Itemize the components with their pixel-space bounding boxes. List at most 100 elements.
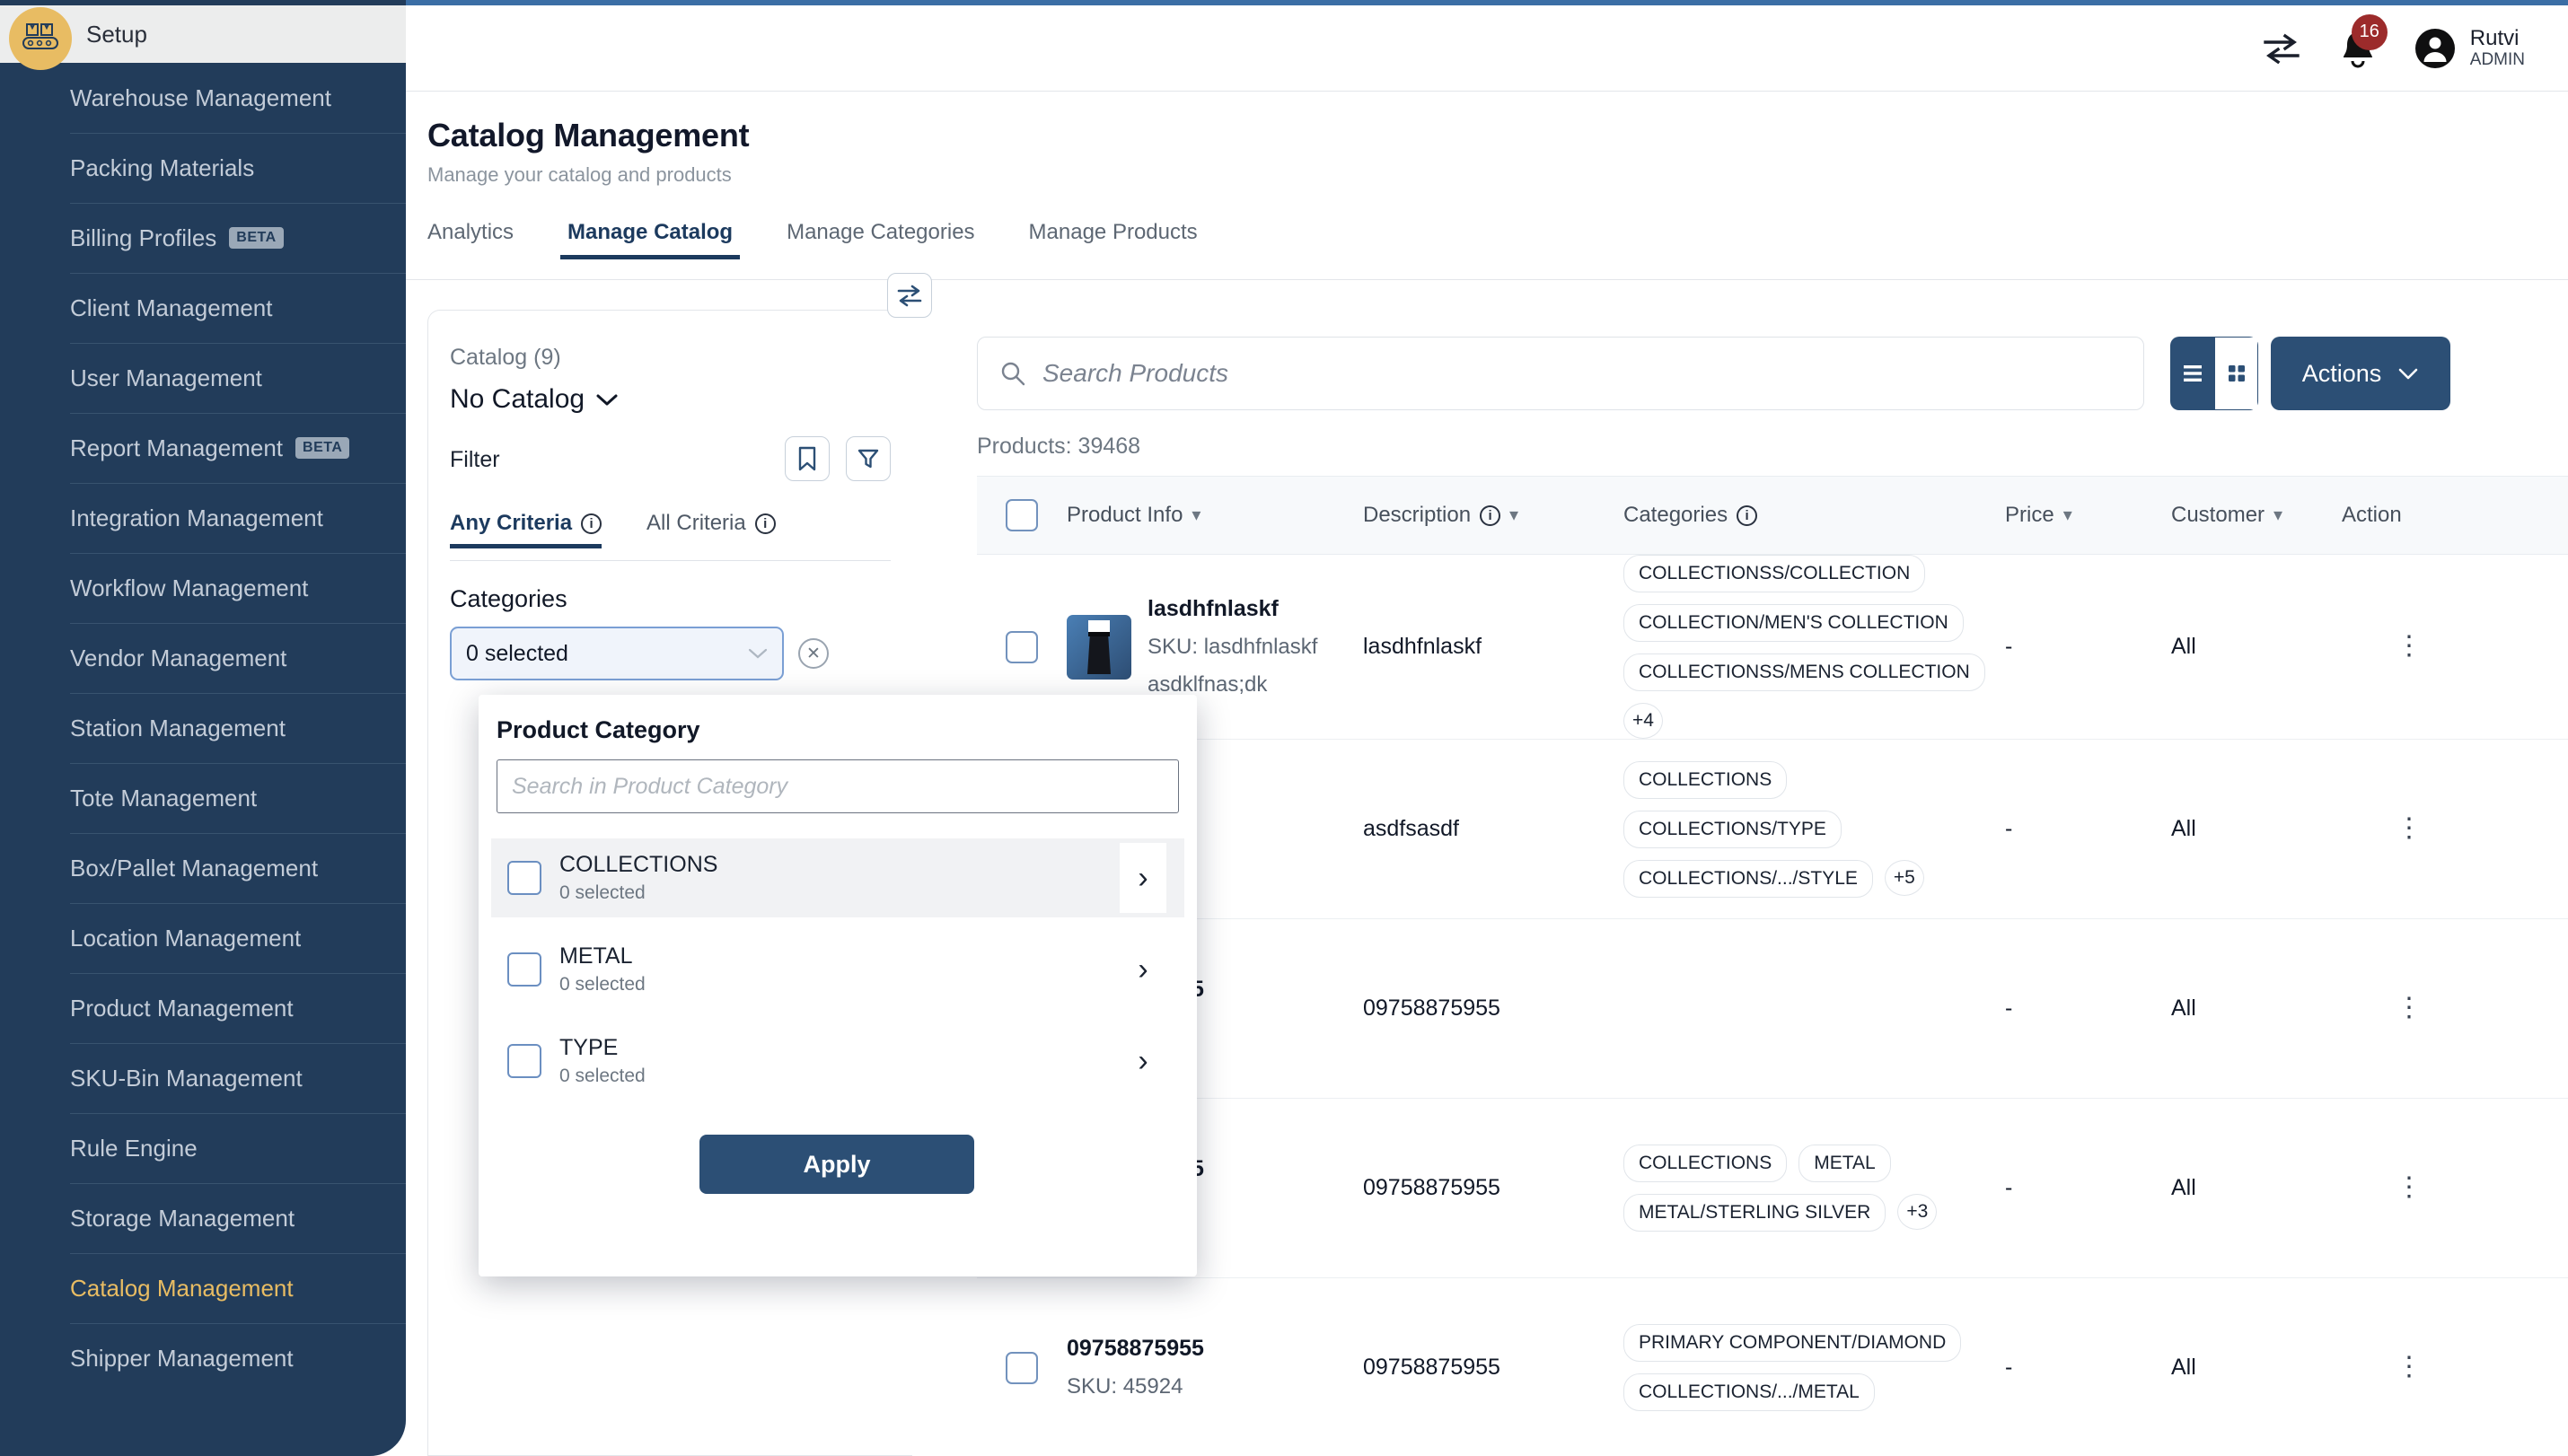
- sidebar-item-storage-management[interactable]: Storage Management: [0, 1183, 406, 1253]
- dropdown-item-type[interactable]: TYPE0 selected›: [491, 1022, 1184, 1101]
- dropdown-search-placeholder: Search in Product Category: [512, 774, 787, 800]
- kebab-menu-icon[interactable]: ⋮: [2342, 1001, 2476, 1016]
- table-row[interactable]: asdfasdfasdfasdfsasdfCOLLECTIONSCOLLECTI…: [977, 740, 2568, 919]
- grid-view-icon[interactable]: [2214, 337, 2258, 410]
- th-price-label: Price: [2005, 503, 2054, 528]
- chevron-right-icon[interactable]: ›: [1120, 934, 1166, 1004]
- funnel-filter-icon[interactable]: [846, 436, 891, 481]
- sidebar-item-location-management[interactable]: Location Management: [0, 903, 406, 973]
- criteria-tab-any-criteria[interactable]: Any Criteriai: [450, 511, 602, 548]
- tab-analytics[interactable]: Analytics: [427, 220, 514, 259]
- info-icon[interactable]: i: [581, 513, 602, 534]
- category-more-chip[interactable]: +5: [1885, 860, 1924, 896]
- sidebar-item-warehouse-management[interactable]: Warehouse Management: [0, 63, 406, 133]
- sidebar-item-label: Warehouse Management: [70, 84, 331, 112]
- category-chip: COLLECTIONS/TYPE: [1623, 811, 1842, 848]
- th-product-info[interactable]: Product Info ▾: [1067, 503, 1363, 528]
- sidebar-item-sku-bin-management[interactable]: SKU-Bin Management: [0, 1043, 406, 1113]
- transfer-arrows-icon[interactable]: [2262, 33, 2301, 64]
- catalog-selector[interactable]: No Catalog: [450, 384, 619, 415]
- category-chip: COLLECTIONS/.../STYLE: [1623, 860, 1873, 898]
- product-extra-text: asdklfnas;dk: [1148, 672, 1317, 697]
- sidebar-nav-list: Warehouse Management Packing MaterialsBil…: [0, 63, 406, 1393]
- kebab-menu-icon[interactable]: ⋮: [2342, 639, 2476, 654]
- price-value: -: [2005, 996, 2012, 1021]
- th-price[interactable]: Price ▾: [2005, 503, 2171, 528]
- sidebar-item-user-management[interactable]: User Management: [0, 343, 406, 413]
- dropdown-item-checkbox[interactable]: [507, 861, 541, 895]
- sidebar-item-integration-management[interactable]: Integration Management: [0, 483, 406, 553]
- sidebar-item-station-management[interactable]: Station Management: [0, 693, 406, 763]
- category-more-chip[interactable]: +3: [1897, 1194, 1937, 1230]
- table-row[interactable]: 09758875955SKU: 4592309758875955COLLECTI…: [977, 1099, 2568, 1278]
- kebab-menu-icon[interactable]: ⋮: [2342, 1180, 2476, 1196]
- sidebar-item-label: Shipper Management: [70, 1345, 294, 1373]
- sidebar-item-workflow-management[interactable]: Workflow Management: [0, 553, 406, 623]
- sidebar-item-catalog-management[interactable]: Catalog Management: [0, 1253, 406, 1323]
- sidebar-item-box-pallet-management[interactable]: Box/Pallet Management: [0, 833, 406, 903]
- sku-value: 45924: [1123, 1374, 1183, 1399]
- description-value: 09758875955: [1363, 996, 1500, 1021]
- list-view-icon[interactable]: [2170, 337, 2214, 410]
- user-avatar-icon: [2414, 28, 2456, 69]
- sidebar-item-shipper-management[interactable]: Shipper Management: [0, 1323, 406, 1393]
- tab-manage-products[interactable]: Manage Products: [1029, 220, 1198, 259]
- category-more-chip[interactable]: +4: [1623, 703, 1663, 739]
- sidebar-item-tote-management[interactable]: Tote Management: [0, 763, 406, 833]
- sidebar-item-product-management[interactable]: Product Management: [0, 973, 406, 1043]
- sidebar-item-label: Station Management: [70, 715, 286, 742]
- price-value: -: [2005, 1355, 2012, 1380]
- dropdown-item-checkbox[interactable]: [507, 952, 541, 987]
- sort-arrows-icon: ▾: [2273, 507, 2282, 523]
- sidebar-item-report-management[interactable]: Report ManagementBETA: [0, 413, 406, 483]
- table-row[interactable]: 09758875955SKU: 4592209758875955-All⋮: [977, 919, 2568, 1099]
- actions-button[interactable]: Actions: [2271, 337, 2450, 410]
- th-categories[interactable]: Categories i: [1623, 503, 2005, 528]
- sidebar-item-client-management[interactable]: Client Management: [0, 273, 406, 343]
- chevron-down-icon: [2397, 367, 2419, 381]
- dropdown-item-metal[interactable]: METAL0 selected›: [491, 930, 1184, 1009]
- sidebar-item-rule-engine[interactable]: Rule Engine: [0, 1113, 406, 1183]
- cell-price: -: [2005, 1175, 2171, 1201]
- table-row[interactable]: 09758875955SKU: 4592409758875955PRIMARY …: [977, 1278, 2568, 1456]
- row-checkbox[interactable]: [1006, 631, 1038, 663]
- panel-swap-icon[interactable]: [887, 273, 932, 318]
- dropdown-item-name: TYPE: [559, 1035, 646, 1061]
- select-all-checkbox-cell: [977, 499, 1067, 531]
- th-action: Action: [2342, 503, 2476, 528]
- cell-customer: All: [2171, 634, 2342, 660]
- chevron-right-icon[interactable]: ›: [1120, 1026, 1166, 1096]
- chevron-right-icon[interactable]: ›: [1120, 843, 1166, 913]
- dropdown-item-collections[interactable]: COLLECTIONS0 selected›: [491, 838, 1184, 917]
- cell-customer: All: [2171, 1175, 2342, 1201]
- sidebar-item-packing-materials[interactable]: Packing Materials: [0, 133, 406, 203]
- user-menu[interactable]: Rutvi ADMIN: [2414, 26, 2525, 70]
- tab-manage-categories[interactable]: Manage Categories: [787, 220, 974, 259]
- apply-button[interactable]: Apply: [699, 1135, 974, 1194]
- notification-bell-icon[interactable]: 16: [2339, 29, 2377, 68]
- actions-label: Actions: [2302, 360, 2382, 388]
- dropdown-search-input[interactable]: Search in Product Category: [497, 759, 1179, 813]
- th-description[interactable]: Description i ▾: [1363, 503, 1623, 528]
- sidebar-item-label: SKU-Bin Management: [70, 1065, 303, 1092]
- sidebar-item-billing-profiles[interactable]: Billing ProfilesBETA: [0, 203, 406, 273]
- select-all-checkbox[interactable]: [1006, 499, 1038, 531]
- search-products-field[interactable]: Search Products: [977, 337, 2144, 410]
- info-icon[interactable]: i: [1480, 505, 1500, 526]
- kebab-menu-icon[interactable]: ⋮: [2342, 821, 2476, 837]
- tab-manage-catalog[interactable]: Manage Catalog: [567, 220, 733, 259]
- kebab-menu-icon[interactable]: ⋮: [2342, 1360, 2476, 1375]
- info-icon[interactable]: i: [755, 513, 776, 534]
- clear-circle-x-icon[interactable]: ✕: [798, 638, 829, 669]
- th-customer[interactable]: Customer ▾: [2171, 503, 2342, 528]
- categories-select[interactable]: 0 selected: [450, 627, 784, 680]
- criteria-tab-all-criteria[interactable]: All Criteriai: [646, 511, 776, 548]
- sidebar-item-label: Box/Pallet Management: [70, 855, 318, 882]
- sidebar-item-vendor-management[interactable]: Vendor Management: [0, 623, 406, 693]
- info-icon[interactable]: i: [1737, 505, 1757, 526]
- row-checkbox[interactable]: [1006, 1352, 1038, 1384]
- sidebar-item-label: User Management: [70, 364, 262, 392]
- dropdown-item-checkbox[interactable]: [507, 1044, 541, 1078]
- bookmark-icon[interactable]: [785, 436, 830, 481]
- table-row[interactable]: lasdhfnlaskfSKU: lasdhfnlaskfasdklfnas;d…: [977, 555, 2568, 740]
